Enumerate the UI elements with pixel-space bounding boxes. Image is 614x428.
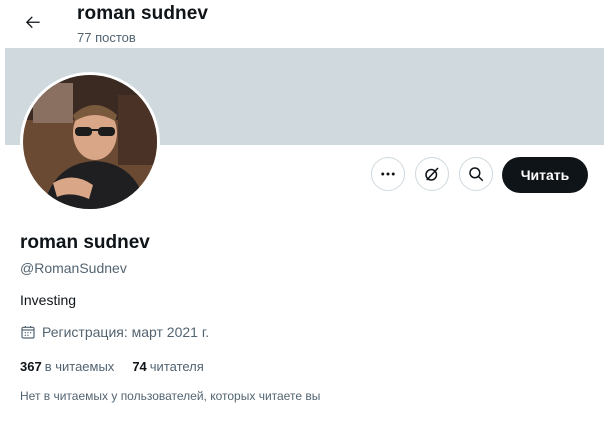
search-icon [469,167,484,182]
grok-icon [425,167,439,181]
follow-button[interactable]: Читать [502,157,588,193]
followers-link[interactable]: 74 читателя [132,359,204,374]
following-link[interactable]: 367 в читаемых [20,359,114,374]
back-button[interactable] [15,4,51,40]
more-dots-icon [381,172,395,176]
calendar-icon [21,326,35,339]
following-count: 367 [20,359,42,374]
search-button[interactable] [459,157,493,191]
more-options-button[interactable] [371,157,405,191]
join-date-text: Регистрация: март 2021 г. [42,324,210,340]
header-title: roman sudnev [77,3,209,24]
followers-count: 74 [132,359,147,374]
grok-button[interactable] [415,157,449,191]
user-handle: @RomanSudnev [20,260,127,276]
display-name: roman sudnev [20,232,150,253]
bio: Investing [20,292,77,308]
profile-stats: 367 в читаемых 74 читателя [20,359,204,374]
followers-label: читателя [149,359,204,374]
mutual-followers-note: Нет в читаемых у пользователей, которых … [20,389,321,403]
join-date: Регистрация: март 2021 г. [20,324,209,340]
profile-header: roman sudnev 77 постов [5,0,604,48]
following-label: в читаемых [44,359,115,374]
back-arrow-icon [25,16,40,29]
avatar-photo [23,75,157,209]
avatar[interactable] [20,72,160,212]
profile-page: roman sudnev 77 постов Читать roman sudn… [5,0,604,428]
header-posts-count: 77 постов [77,30,136,45]
